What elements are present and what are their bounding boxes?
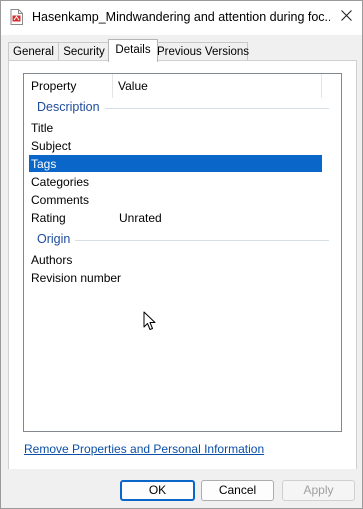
property-row-comments[interactable]: Comments <box>29 191 322 208</box>
property-row-tags[interactable]: Tags <box>29 155 322 172</box>
mouse-cursor-icon <box>143 311 157 331</box>
group-description: Description <box>24 99 341 117</box>
property-name: Subject <box>31 139 72 153</box>
property-name: Categories <box>31 175 90 189</box>
property-name: Authors <box>31 253 73 267</box>
tab-details[interactable]: Details <box>108 39 158 62</box>
dialog-footer: OK Cancel Apply <box>1 469 362 508</box>
column-property[interactable]: Property <box>31 79 76 93</box>
property-name: Rating <box>31 211 66 225</box>
title-bar: Hasenkamp_Mindwandering and attention du… <box>1 1 362 35</box>
details-tab-panel: Property Value Description Title Subject… <box>8 60 357 470</box>
close-icon <box>340 10 352 24</box>
group-divider <box>37 240 329 241</box>
property-row-revision-number[interactable]: Revision number <box>29 269 322 286</box>
tab-previous-versions[interactable]: Previous Versions <box>156 42 249 61</box>
column-value[interactable]: Value <box>118 79 148 93</box>
group-label: Description <box>37 100 105 114</box>
property-row-authors[interactable]: Authors <box>29 251 322 268</box>
column-header: Property Value <box>24 74 341 98</box>
properties-dialog: Hasenkamp_Mindwandering and attention du… <box>0 0 363 509</box>
property-row-categories[interactable]: Categories <box>29 173 322 190</box>
property-row-rating[interactable]: Rating Unrated <box>29 209 322 226</box>
property-name: Revision number <box>31 271 122 285</box>
ok-button[interactable]: OK <box>120 480 195 501</box>
property-list[interactable]: Property Value Description Title Subject… <box>23 73 342 432</box>
column-divider[interactable] <box>112 74 113 98</box>
remove-properties-link[interactable]: Remove Properties and Personal Informati… <box>24 442 264 456</box>
property-row-title[interactable]: Title <box>29 119 322 136</box>
property-name: Title <box>31 121 54 135</box>
cancel-button[interactable]: Cancel <box>201 480 274 501</box>
column-divider[interactable] <box>321 74 322 98</box>
property-name: Tags <box>31 157 57 171</box>
property-value[interactable]: Unrated <box>119 211 162 225</box>
pdf-file-icon <box>10 9 23 25</box>
property-row-subject[interactable]: Subject <box>29 137 322 154</box>
apply-button[interactable]: Apply <box>282 480 355 501</box>
close-button[interactable] <box>332 3 360 31</box>
group-label: Origin <box>37 232 76 246</box>
tab-security[interactable]: Security <box>58 42 110 61</box>
group-origin: Origin <box>24 231 341 249</box>
tab-general[interactable]: General <box>8 42 59 61</box>
property-name: Comments <box>31 193 90 207</box>
window-title: Hasenkamp_Mindwandering and attention du… <box>32 10 330 24</box>
